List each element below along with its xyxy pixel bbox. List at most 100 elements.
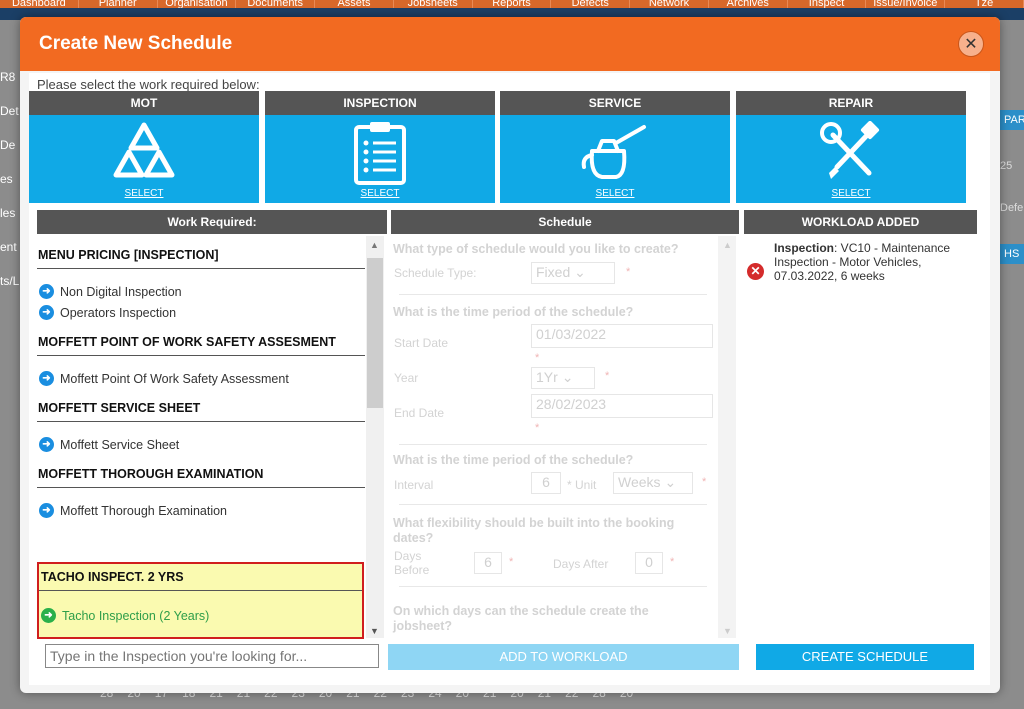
year-select[interactable]: 1Yr ⌄ — [531, 367, 595, 389]
work-required-header: Work Required: — [37, 210, 387, 234]
category-mot[interactable]: MOT SELECT — [29, 91, 259, 203]
start-date-label: Start Date — [394, 336, 449, 350]
category-repair[interactable]: REPAIR SELECT — [736, 91, 966, 203]
scroll-down-icon[interactable]: ▼ — [370, 626, 379, 636]
dialog-title: Create New Schedule — [39, 33, 233, 54]
interval-label: Interval — [394, 478, 434, 492]
select-repair-link[interactable]: SELECT — [736, 188, 966, 199]
year-label: Year — [394, 371, 419, 385]
question-time-period: What is the time period of the schedule? — [393, 305, 634, 319]
question-schedule-type: What type of schedule would you like to … — [393, 242, 679, 256]
schedule-type-value: Fixed — [536, 264, 571, 280]
divider — [399, 444, 707, 445]
category-service[interactable]: SERVICE SELECT — [500, 91, 730, 203]
interval-input[interactable]: 6 — [531, 472, 561, 494]
background-left-item: ent I — [0, 240, 20, 254]
background-left-item: De — [0, 138, 16, 152]
list-item-label: Operators Inspection — [60, 305, 177, 320]
question-jobsheet-days: On which days can the schedule create th… — [393, 604, 649, 633]
start-date-input[interactable]: 01/03/2022 — [531, 324, 713, 348]
list-item[interactable]: ➜ Moffett Service Sheet — [37, 434, 365, 455]
question-flexibility: What flexibility should be built into th… — [393, 516, 675, 545]
mot-triangles-icon — [113, 122, 175, 178]
nav-item[interactable]: Planner — [79, 0, 158, 8]
scroll-up-icon[interactable]: ▲ — [370, 240, 379, 250]
nav-item[interactable]: Network — [630, 0, 709, 8]
list-item[interactable]: ➜ Operators Inspection — [37, 302, 365, 323]
schedule-scrollbar[interactable]: ▲ ▼ — [718, 236, 736, 638]
nav-item[interactable]: Organisation — [158, 0, 237, 8]
nav-item[interactable]: Tze — [945, 0, 1024, 8]
instruction-text: Please select the work required below: — [37, 77, 260, 92]
select-service-link[interactable]: SELECT — [500, 188, 730, 199]
nav-item[interactable]: Jobsheets — [394, 0, 473, 8]
highlighted-group-tacho: TACHO INSPECT. 2 YRS ➜ Tacho Inspection … — [37, 562, 364, 639]
group-title: MENU PRICING [INSPECTION] — [37, 236, 365, 269]
nav-item[interactable]: Issue/Invoice — [866, 0, 946, 8]
schedule-type-label: Schedule Type: — [394, 266, 477, 280]
inspection-search-input[interactable] — [45, 644, 379, 668]
add-to-workload-button[interactable]: ADD TO WORKLOAD — [388, 644, 739, 670]
arrow-right-icon: ➜ — [39, 371, 54, 386]
group-title: TACHO INSPECT. 2 YRS — [39, 564, 362, 591]
workload-entry-type: Inspection — [774, 241, 835, 255]
background-left-item: es — [0, 172, 13, 186]
days-after-input[interactable]: 0 — [635, 552, 663, 574]
category-service-tile[interactable]: SELECT — [500, 115, 730, 203]
category-inspection[interactable]: INSPECTION SELECT — [265, 91, 495, 203]
days-before-input[interactable]: 6 — [474, 552, 502, 574]
background-left-item: ts/L — [0, 274, 20, 288]
category-mot-title: MOT — [29, 91, 259, 115]
category-repair-tile[interactable]: SELECT — [736, 115, 966, 203]
category-inspection-title: INSPECTION — [265, 91, 495, 115]
arrow-right-icon: ➜ — [39, 305, 54, 320]
nav-item[interactable]: Archives — [709, 0, 788, 8]
group-title: MOFFETT THOROUGH EXAMINATION — [37, 455, 365, 488]
schedule-form: What type of schedule would you like to … — [391, 236, 717, 638]
scroll-down-icon[interactable]: ▼ — [723, 626, 732, 636]
nav-item[interactable]: Assets — [315, 0, 394, 8]
background-right-item: HS — [1000, 244, 1024, 264]
schedule-header: Schedule — [391, 210, 739, 234]
top-navigation: Dashboard Planner Organisation Documents Ass… — [0, 0, 1024, 8]
nav-item[interactable]: Documents — [236, 0, 316, 8]
create-schedule-button[interactable]: CREATE SCHEDULE — [756, 644, 974, 670]
select-mot-link[interactable]: SELECT — [29, 188, 259, 199]
background-left-item: R8 — [0, 70, 16, 84]
required-marker: * — [605, 370, 610, 382]
background-right-item: Defe — [1000, 202, 1024, 214]
scroll-thumb[interactable] — [367, 258, 383, 408]
select-inspection-link[interactable]: SELECT — [265, 188, 495, 199]
scroll-up-icon[interactable]: ▲ — [723, 240, 732, 250]
list-item-label: Moffett Point Of Work Safety Assessment — [60, 371, 289, 386]
category-repair-title: REPAIR — [736, 91, 966, 115]
nav-item[interactable]: Defects — [551, 0, 631, 8]
list-item[interactable]: ➜ Moffett Point Of Work Safety Assessment — [37, 368, 365, 389]
category-inspection-tile[interactable]: SELECT — [265, 115, 495, 203]
arrow-right-icon: ➜ — [39, 437, 54, 452]
create-schedule-dialog: Create New Schedule ✕ Please select the … — [20, 17, 1000, 693]
end-date-input[interactable]: 28/02/2023 — [531, 394, 713, 418]
work-list-scrollbar[interactable]: ▲ ▼ — [366, 236, 384, 638]
category-mot-tile[interactable]: SELECT — [29, 115, 259, 203]
list-item-label: Moffett Thorough Examination — [60, 503, 227, 518]
list-item[interactable]: ➜ Non Digital Inspection — [37, 281, 365, 302]
nav-item[interactable]: Inspect — [788, 0, 867, 8]
group-title: MOFFETT POINT OF WORK SAFETY ASSESMENT — [37, 323, 365, 356]
schedule-type-select[interactable]: Fixed ⌄ — [531, 262, 615, 284]
unit-select[interactable]: Weeks ⌄ — [613, 472, 693, 494]
close-icon[interactable]: ✕ — [958, 31, 984, 57]
unit-label: * Unit — [567, 478, 597, 492]
list-item[interactable]: ➜ Moffett Thorough Examination — [37, 500, 365, 521]
required-marker: * — [535, 352, 540, 364]
background-left-panel: R8 Det De es les ent I ts/L — [0, 60, 20, 298]
nav-item[interactable]: Dashboard — [0, 0, 79, 8]
nav-item[interactable]: Reports — [473, 0, 552, 8]
remove-icon[interactable]: ✕ — [747, 263, 764, 280]
question-interval: What is the time period of the schedule? — [393, 453, 634, 467]
arrow-right-icon: ➜ — [39, 284, 54, 299]
list-item-tacho-inspection[interactable]: ➜ Tacho Inspection (2 Years) — [39, 605, 362, 626]
